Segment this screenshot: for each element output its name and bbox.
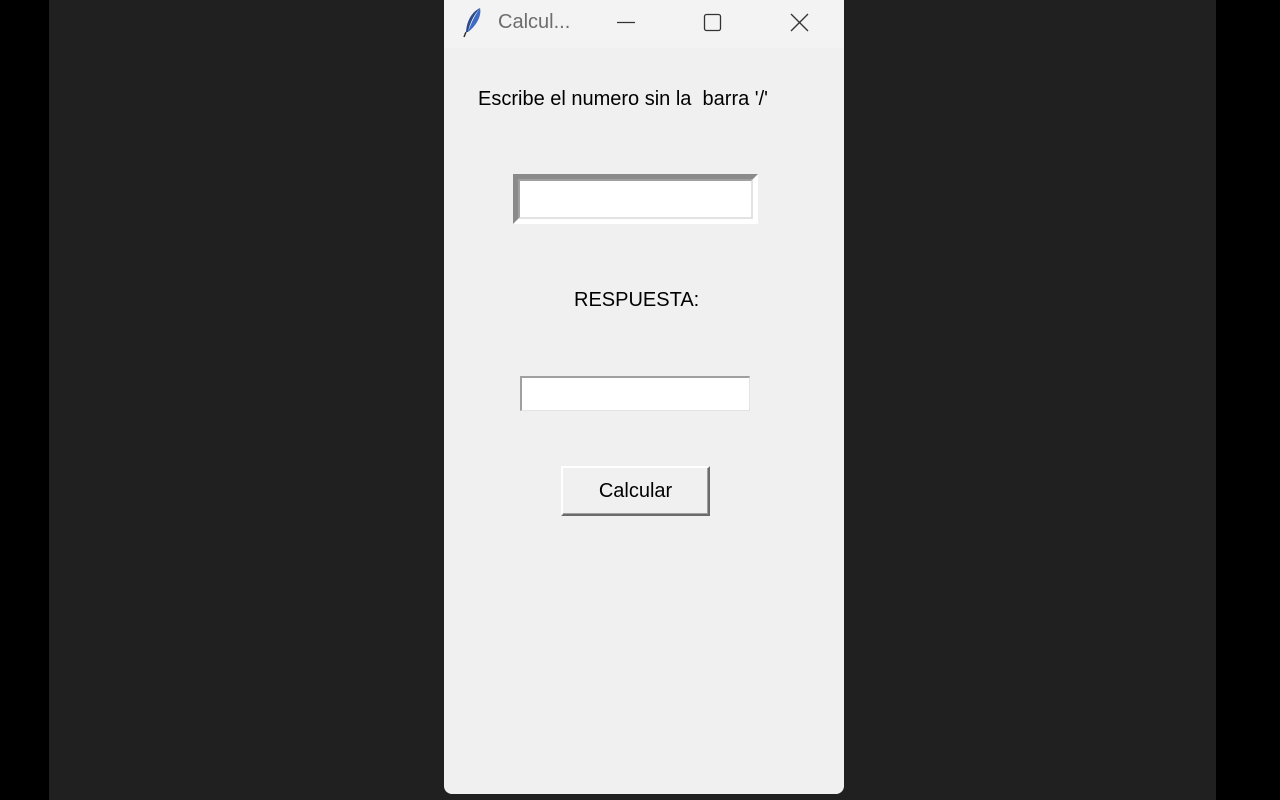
app-window: Calcul... Escribe el numero sin la barra… [444,0,844,794]
maximize-button[interactable] [689,0,735,44]
minimize-button[interactable] [603,0,649,44]
number-input-field[interactable] [518,179,753,219]
title-bar[interactable]: Calcul... [444,0,844,48]
instruction-label: Escribe el numero sin la barra '/' [478,88,768,110]
calculate-button[interactable]: Calcular [561,466,710,516]
response-label: RESPUESTA: [574,289,700,311]
feather-icon [462,6,484,38]
number-input[interactable] [513,174,758,224]
window-title: Calcul... [498,11,571,33]
response-output[interactable] [520,376,750,411]
close-button[interactable] [776,0,822,44]
